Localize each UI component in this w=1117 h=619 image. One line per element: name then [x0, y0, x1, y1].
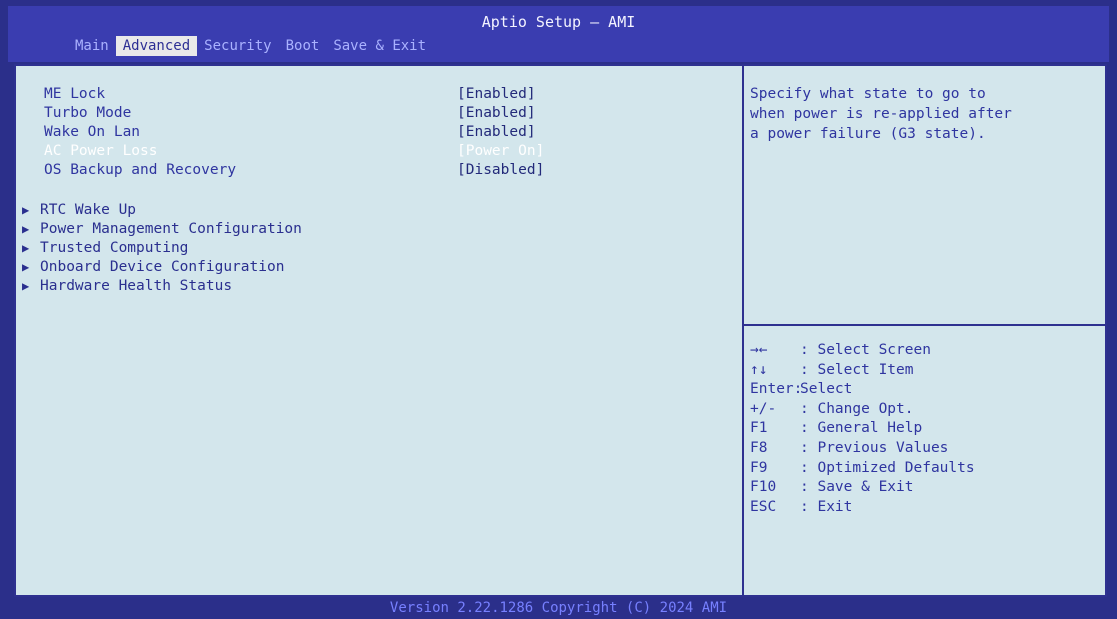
key-desc: : Select Screen [800, 342, 931, 358]
triangle-right-icon: ▶ [22, 260, 30, 274]
setting-label: AC Power Loss [44, 143, 158, 159]
setting-label: Wake On Lan [44, 124, 141, 140]
key-row-exit: ESC : Exit [750, 499, 975, 519]
setting-me-lock[interactable]: ME Lock [Enabled] [44, 86, 724, 105]
key: →← [750, 342, 768, 358]
key: F9 [750, 459, 768, 476]
submenu-hardware-health[interactable]: ▶ Hardware Health Status [22, 278, 232, 297]
key-desc: : General Help [800, 420, 923, 437]
key: F8 [750, 439, 768, 456]
key: F1 [750, 420, 768, 437]
tab-security[interactable]: Security [197, 36, 278, 56]
key-row-select-screen: →← : Select Screen [750, 342, 975, 362]
key: ↑↓ [750, 361, 768, 378]
setting-label: ME Lock [44, 86, 106, 102]
help-pane: Specify what state to go to when power i… [744, 66, 1105, 595]
triangle-right-icon: ▶ [22, 222, 30, 236]
setting-os-backup-recovery[interactable]: OS Backup and Recovery [Disabled] [44, 162, 724, 181]
submenu-label: Power Management Configuration [40, 221, 302, 237]
key: F10 [750, 479, 777, 496]
settings-pane: ME Lock [Enabled] Turbo Mode [Enabled] W… [16, 66, 742, 595]
setting-turbo-mode[interactable]: Turbo Mode [Enabled] [44, 105, 724, 124]
submenu-label: Trusted Computing [40, 240, 189, 256]
key-row-enter: Enter:Select [750, 381, 975, 401]
tab-bar: Main Advanced Security Boot Save & Exit [68, 36, 433, 56]
setting-label: OS Backup and Recovery [44, 162, 237, 178]
tab-advanced[interactable]: Advanced [115, 36, 198, 56]
submenu-label: Onboard Device Configuration [40, 259, 285, 275]
key-row-general-help: F1 : General Help [750, 420, 975, 440]
triangle-right-icon: ▶ [22, 279, 30, 293]
key-row-save-exit: F10 : Save & Exit [750, 479, 975, 499]
tab-boot[interactable]: Boot [279, 36, 327, 56]
setting-value[interactable]: [Enabled] [457, 105, 536, 121]
key-desc: : Save & Exit [800, 479, 914, 496]
key: Enter: [750, 381, 803, 398]
submenu-power-management[interactable]: ▶ Power Management Configuration [22, 221, 302, 240]
triangle-right-icon: ▶ [22, 241, 30, 255]
tab-save-exit[interactable]: Save & Exit [326, 36, 433, 56]
setting-value[interactable]: [Enabled] [457, 124, 536, 140]
help-line: Specify what state to go to [750, 86, 986, 102]
bios-screen: Aptio Setup – AMI Main Advanced Security… [0, 0, 1117, 619]
tab-main[interactable]: Main [68, 36, 116, 56]
key-desc: : Optimized Defaults [800, 459, 975, 476]
submenu-rtc-wake-up[interactable]: ▶ RTC Wake Up [22, 202, 136, 221]
key: ESC [750, 498, 777, 515]
key-row-change-opt: +/- : Change Opt. [750, 401, 975, 421]
key-desc: : Previous Values [800, 439, 949, 456]
submenu-label: RTC Wake Up [40, 202, 137, 218]
key-row-optimized-defaults: F9 : Optimized Defaults [750, 460, 975, 480]
key: +/- [750, 400, 777, 417]
footer-version: Version 2.22.1286 Copyright (C) 2024 AMI [389, 600, 728, 616]
submenu-trusted-computing[interactable]: ▶ Trusted Computing [22, 240, 188, 259]
key-desc: : Change Opt. [800, 400, 914, 417]
submenu-onboard-device[interactable]: ▶ Onboard Device Configuration [22, 259, 284, 278]
submenu-label: Hardware Health Status [40, 278, 233, 294]
setting-label: Turbo Mode [44, 105, 132, 121]
setting-value[interactable]: [Enabled] [457, 86, 536, 102]
setting-ac-power-loss[interactable]: AC Power Loss [Power On] [44, 143, 724, 162]
key-row-previous-values: F8 : Previous Values [750, 440, 975, 460]
help-line: when power is re-applied after [750, 106, 1012, 122]
help-line: a power failure (G3 state). [750, 126, 986, 142]
key-desc: : Select Item [800, 361, 914, 378]
key-legend: →← : Select Screen ↑↓ : Select Item Enter:… [750, 342, 975, 518]
window-title: Aptio Setup – AMI [481, 13, 636, 31]
key-desc: Select [800, 381, 853, 398]
top-bar: Aptio Setup – AMI Main Advanced Security… [8, 6, 1109, 62]
triangle-right-icon: ▶ [22, 203, 30, 217]
key-desc: : Exit [800, 498, 853, 515]
main-panel: ME Lock [Enabled] Turbo Mode [Enabled] W… [14, 64, 1107, 597]
key-row-select-item: ↑↓ : Select Item [750, 362, 975, 382]
setting-value[interactable]: [Power On] [457, 143, 544, 159]
help-text: Specify what state to go to when power i… [750, 84, 1095, 144]
setting-value[interactable]: [Disabled] [457, 162, 544, 178]
setting-wake-on-lan[interactable]: Wake On Lan [Enabled] [44, 124, 724, 143]
